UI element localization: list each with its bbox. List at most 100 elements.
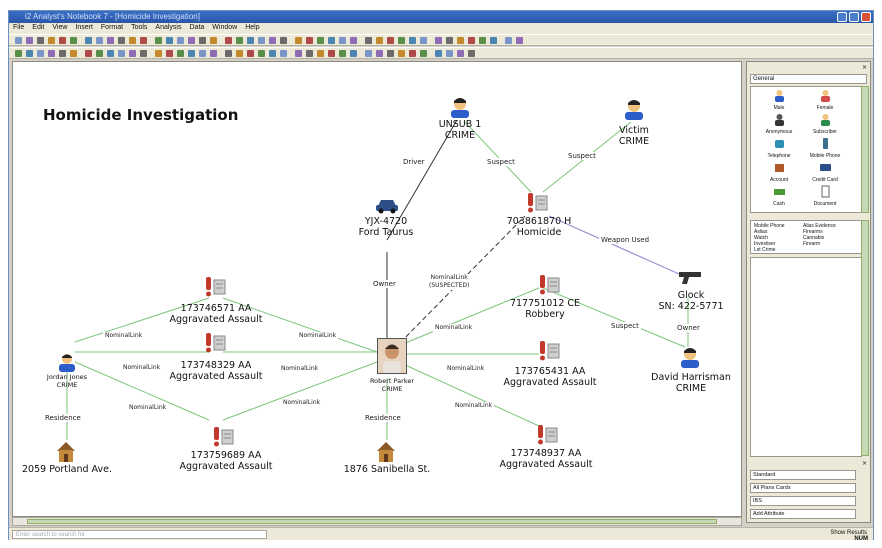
style-select[interactable]: Standard <box>750 470 856 480</box>
toolbar-button-icon[interactable] <box>225 50 232 57</box>
minimize-icon[interactable] <box>837 12 847 22</box>
palette-item-document[interactable]: Document <box>807 185 843 209</box>
toolbar-button-icon[interactable] <box>236 50 243 57</box>
scroll-thumb[interactable] <box>27 519 717 524</box>
toolbar-button-icon[interactable] <box>96 37 103 44</box>
toolbar-button-icon[interactable] <box>210 37 217 44</box>
node-house1[interactable]: 2059 Portland Ave. <box>15 464 119 475</box>
toolbar-button-icon[interactable] <box>420 37 427 44</box>
toolbar-button-icon[interactable] <box>37 50 44 57</box>
search-input[interactable]: Enter search to search for <box>12 530 267 539</box>
node-homicide[interactable]: 703861870 H Homicide <box>491 216 587 238</box>
male-icon[interactable] <box>679 346 701 368</box>
toolbar-button-icon[interactable] <box>435 37 442 44</box>
node-car[interactable]: YJX-4720 Ford Taurus <box>345 216 427 238</box>
toolbar-button-icon[interactable] <box>328 37 335 44</box>
menu-view[interactable]: View <box>48 23 71 31</box>
attribute-field-2[interactable]: IBS <box>750 496 856 506</box>
toolbar-button-icon[interactable] <box>468 37 475 44</box>
toolbar-button-icon[interactable] <box>350 37 357 44</box>
toolbar-button-icon[interactable] <box>420 50 427 57</box>
toolbar-button-icon[interactable] <box>258 50 265 57</box>
toolbar-button-icon[interactable] <box>479 37 486 44</box>
toolbar-button-icon[interactable] <box>398 37 405 44</box>
toolbar-button-icon[interactable] <box>188 50 195 57</box>
maximize-icon[interactable] <box>849 12 859 22</box>
palette-item-subscriber[interactable]: Subscriber <box>807 113 843 137</box>
node-glock[interactable]: Glock SN: 422-5771 <box>653 290 729 312</box>
toolbar-button-icon[interactable] <box>199 50 206 57</box>
horizontal-scrollbar[interactable] <box>12 517 742 526</box>
toolbar-button-icon[interactable] <box>129 50 136 57</box>
toolbar-button-icon[interactable] <box>350 50 357 57</box>
node-victim[interactable]: Victim CRIME <box>603 125 665 147</box>
toolbar-button-icon[interactable] <box>166 37 173 44</box>
toolbar-button-icon[interactable] <box>295 50 302 57</box>
toolbar-button-icon[interactable] <box>490 37 497 44</box>
toolbar-button-icon[interactable] <box>140 37 147 44</box>
toolbar-button-icon[interactable] <box>269 50 276 57</box>
male-icon[interactable] <box>449 96 471 118</box>
toolbar-button-icon[interactable] <box>247 37 254 44</box>
toolbar-button-icon[interactable] <box>85 50 92 57</box>
panel-close-icon[interactable]: × <box>862 64 867 71</box>
toolbar-button-icon[interactable] <box>457 50 464 57</box>
results-scrollbar[interactable] <box>861 220 869 456</box>
node-assault1[interactable]: 173746571 AA Aggravated Assault <box>163 303 269 325</box>
toolbar-button-icon[interactable] <box>258 37 265 44</box>
toolbar-button-icon[interactable] <box>70 37 77 44</box>
male-icon[interactable] <box>57 352 77 372</box>
node-jordan[interactable]: Jordan Jones CRIME <box>35 373 99 389</box>
toolbar-button-icon[interactable] <box>280 50 287 57</box>
crime-icon[interactable] <box>203 330 229 356</box>
toolbar-button-icon[interactable] <box>365 50 372 57</box>
node-david[interactable]: David Harrisman CRIME <box>645 372 737 394</box>
toolbar-button-icon[interactable] <box>155 50 162 57</box>
toolbar-button-icon[interactable] <box>339 37 346 44</box>
toolbar-button-icon[interactable] <box>295 37 302 44</box>
menu-data[interactable]: Data <box>186 23 209 31</box>
toolbar-button-icon[interactable] <box>155 37 162 44</box>
toolbar-button-icon[interactable] <box>365 37 372 44</box>
crime-icon[interactable] <box>537 272 563 298</box>
toolbar-button-icon[interactable] <box>96 50 103 57</box>
list-item[interactable]: Firearm <box>803 241 836 247</box>
palette-selector[interactable]: General <box>750 74 867 84</box>
toolbar-button-icon[interactable] <box>15 50 22 57</box>
toolbar-button-icon[interactable] <box>59 50 66 57</box>
house-icon[interactable] <box>375 440 397 464</box>
toolbar-button-icon[interactable] <box>280 37 287 44</box>
toolbar-button-icon[interactable] <box>339 50 346 57</box>
palette-item-mobile-phone[interactable]: Mobile Phone <box>807 137 843 161</box>
add-attribute-button[interactable]: Add Attribute <box>750 509 856 519</box>
toolbar-button-icon[interactable] <box>107 50 114 57</box>
toolbar-button-icon[interactable] <box>317 50 324 57</box>
node-assault4[interactable]: 173759689 AA Aggravated Assault <box>171 450 281 472</box>
toolbar-button-icon[interactable] <box>48 50 55 57</box>
node-house2[interactable]: 1876 Sanibella St. <box>335 464 439 475</box>
toolbar-button-icon[interactable] <box>140 50 147 57</box>
toolbar-button-icon[interactable] <box>446 50 453 57</box>
crime-icon[interactable] <box>537 338 563 364</box>
palette-item-female[interactable]: Female <box>807 89 843 113</box>
car-icon[interactable] <box>375 196 399 214</box>
gun-icon[interactable] <box>677 268 703 286</box>
toolbar-button-icon[interactable] <box>59 37 66 44</box>
palette-item-cash[interactable]: Cash <box>761 185 797 209</box>
crime-icon[interactable] <box>525 190 551 216</box>
toolbar-button-icon[interactable] <box>376 37 383 44</box>
toolbar-button-icon[interactable] <box>468 50 475 57</box>
toolbar-button-icon[interactable] <box>409 50 416 57</box>
toolbar-button-icon[interactable] <box>446 37 453 44</box>
toolbar-button-icon[interactable] <box>37 37 44 44</box>
attribute-field-1[interactable]: All Plans Cards <box>750 483 856 493</box>
toolbar-button-icon[interactable] <box>435 50 442 57</box>
close-icon[interactable] <box>861 12 871 22</box>
toolbar-button-icon[interactable] <box>26 37 33 44</box>
attributes-close-icon[interactable]: × <box>862 460 867 467</box>
node-assault3[interactable]: 173765431 AA Aggravated Assault <box>497 366 603 388</box>
crime-icon[interactable] <box>203 274 229 300</box>
photo-robert-parker[interactable] <box>377 338 407 374</box>
menu-insert[interactable]: Insert <box>71 23 97 31</box>
toolbar-button-icon[interactable] <box>70 50 77 57</box>
